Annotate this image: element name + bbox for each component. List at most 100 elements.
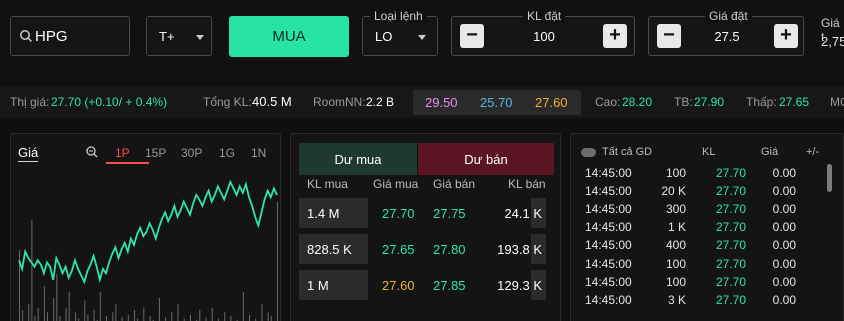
volume-bar — [177, 304, 179, 321]
high-value: 28.20 — [622, 95, 653, 109]
volume-bar — [127, 314, 129, 321]
buy-qty-cell[interactable]: 1 M — [307, 278, 329, 293]
trade-qty-cell: 100 — [665, 256, 686, 271]
volume-bar — [230, 316, 232, 321]
low-value: 27.65 — [779, 95, 810, 109]
volume-bar — [87, 314, 89, 321]
trade-qty-cell: 1 K — [667, 220, 686, 235]
trade-time-cell: 14:45:00 — [585, 292, 632, 307]
avg-value: 27.90 — [694, 95, 725, 109]
volume-bar — [211, 307, 213, 321]
volume-bar — [158, 298, 160, 321]
trade-change-cell: 0.00 — [772, 220, 796, 235]
timeframe-1n[interactable]: 1N — [251, 146, 266, 160]
trade-time-cell: 14:45:00 — [585, 166, 632, 180]
volume-bar — [68, 292, 70, 321]
extra-value: 2,75 — [821, 34, 844, 49]
floor-price: 25.70 — [480, 95, 513, 110]
trade-price-cell: 27.70 — [715, 202, 746, 217]
order-type-label: Loại lệnh — [370, 9, 427, 23]
trade-log-scrollbar[interactable] — [827, 164, 832, 192]
qty-value[interactable]: 100 — [492, 29, 596, 44]
trade-change-cell: 0.00 — [772, 292, 796, 307]
price-chart-panel: Giá 1P 15P 30P 1G 1N — [10, 133, 281, 321]
timeframe-1g[interactable]: 1G — [219, 146, 235, 160]
zoom-icon[interactable] — [85, 145, 99, 159]
qty-decrement-button[interactable]: − — [460, 24, 484, 48]
price-value[interactable]: 27.5 — [689, 29, 765, 44]
order-book-panel: Dư mua Dư bán KL mua Giá mua Giá bán KL … — [290, 133, 561, 321]
header-trade-qty: KL — [702, 146, 716, 158]
chart-title: Giá — [18, 145, 39, 162]
sell-qty-cell[interactable]: 129.3 K — [497, 278, 542, 293]
buy-qty-cell[interactable]: 1.4 M — [307, 206, 340, 221]
trade-price-cell: 27.70 — [715, 166, 746, 180]
sell-qty-cell[interactable]: 193.8 K — [497, 242, 542, 257]
trade-time-cell: 14:45:00 — [585, 256, 632, 271]
high-label: Cao: — [595, 95, 621, 109]
volume-bar — [242, 292, 244, 321]
volume-bar — [121, 317, 123, 321]
sell-price-cell[interactable]: 27.80 — [433, 242, 466, 257]
buy-price-cell[interactable]: 27.70 — [382, 206, 415, 221]
sell-price-cell[interactable]: 27.85 — [433, 278, 466, 293]
trade-time-cell: 14:45:00 — [585, 202, 632, 217]
active-timeframe-underline — [106, 162, 149, 164]
total-volume-label: Tổng KL: — [203, 95, 252, 109]
trade-time-cell: 14:45:00 — [585, 220, 632, 235]
volume-bar — [261, 304, 263, 321]
price-increment-button[interactable]: + — [774, 24, 798, 48]
tab-sell-depth[interactable]: Dư bán — [418, 143, 554, 175]
trade-price-cell: 27.70 — [715, 238, 746, 253]
trade-qty-cell: 3 K — [667, 292, 686, 307]
header-sell-price: Giá bán — [433, 177, 476, 191]
trade-price-cell: 27.70 — [715, 274, 746, 289]
settlement-select[interactable]: T+ — [146, 16, 212, 56]
timeframe-15p[interactable]: 15P — [145, 146, 166, 160]
trade-change-cell: 0.00 — [772, 256, 796, 271]
volume-bar — [134, 310, 135, 321]
qty-label: KL đặt — [523, 9, 566, 23]
avg-label: TB: — [674, 95, 693, 109]
header-trade-price: Giá — [761, 146, 779, 158]
volume-bar — [224, 312, 226, 321]
price-label: Giá đặt — [705, 9, 752, 23]
volume-bar — [270, 316, 272, 321]
volume-bar — [31, 220, 33, 321]
timeframe-30p[interactable]: 30P — [181, 146, 202, 160]
room-label: RoomNN: — [313, 95, 366, 109]
timeframe-1p[interactable]: 1P — [115, 146, 130, 160]
price-decrement-button[interactable]: − — [657, 24, 681, 48]
trade-change-cell: 0.00 — [772, 166, 796, 180]
symbol-search-input[interactable]: HPG — [10, 16, 130, 56]
intraday-price-chart[interactable] — [11, 172, 280, 321]
volume-bar — [267, 312, 269, 321]
tab-buy-depth[interactable]: Dư mua — [299, 143, 417, 175]
room-value: 2.2 B — [366, 95, 395, 109]
volume-bar — [75, 312, 76, 321]
market-price-value: 27.70 (+0.10/ + 0.4%) — [51, 95, 168, 109]
buy-qty-cell[interactable]: 828.5 K — [307, 242, 352, 257]
buy-price-cell[interactable]: 27.65 — [382, 242, 415, 257]
trade-price-cell: 27.70 — [715, 292, 746, 307]
volume-bar — [205, 317, 207, 321]
sell-price-cell[interactable]: 27.75 — [433, 206, 466, 221]
sell-qty-cell[interactable]: 24.1 K — [504, 206, 542, 221]
volume-bar — [59, 316, 61, 321]
settlement-value: T+ — [159, 29, 175, 44]
volume-bar — [56, 274, 58, 321]
trade-change-cell: 0.00 — [772, 202, 796, 217]
volume-bar — [115, 304, 117, 321]
volume-bar — [84, 300, 86, 321]
qty-increment-button[interactable]: + — [603, 24, 627, 48]
buy-price-cell[interactable]: 27.60 — [382, 278, 415, 293]
ceiling-price: 29.50 — [425, 95, 458, 110]
buy-button[interactable]: MUA — [229, 16, 349, 57]
chevron-down-icon — [418, 35, 426, 40]
toggle-icon[interactable] — [581, 148, 596, 157]
symbol-value: HPG — [35, 28, 68, 45]
trade-qty-cell: 300 — [665, 202, 686, 217]
trade-log-panel: Tất cả GD KL Giá +/- 14:45:00 100 27.70 0.0… — [570, 133, 844, 321]
trade-filter-label[interactable]: Tất cả GD — [602, 146, 652, 158]
volume-bar — [199, 310, 201, 321]
